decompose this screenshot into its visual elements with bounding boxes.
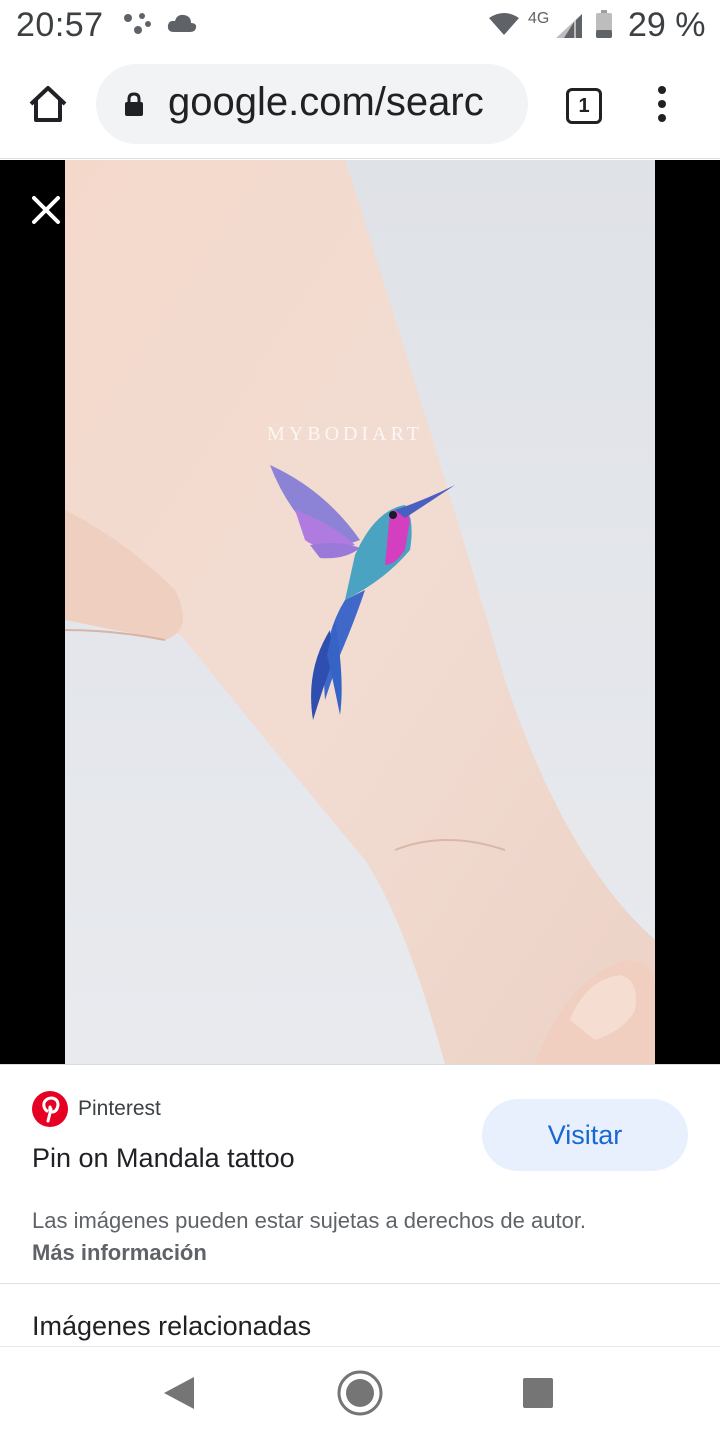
circle-home-icon[interactable] <box>336 1369 384 1417</box>
wifi-icon <box>489 13 519 35</box>
status-time: 20:57 <box>16 6 104 44</box>
battery-icon <box>596 10 612 38</box>
url-text: google.com/searc <box>168 80 484 124</box>
system-nav-bar <box>0 1346 720 1441</box>
status-bar: 20:57 4G 29 % <box>0 0 720 52</box>
watermark-text: MYBODIART <box>267 423 423 445</box>
back-icon[interactable] <box>162 1375 196 1411</box>
close-icon[interactable] <box>24 188 68 232</box>
image-viewer: MYBODIART <box>0 160 720 1064</box>
battery-percent: 29 % <box>628 6 706 44</box>
cloud-icon <box>167 14 197 32</box>
network-type: 4G <box>528 10 550 27</box>
source-name[interactable]: Pinterest <box>78 1097 161 1121</box>
url-bar[interactable]: google.com/searc <box>96 64 528 144</box>
pinterest-logo <box>32 1091 68 1127</box>
home-icon[interactable] <box>26 82 70 126</box>
copyright-notice: Las imágenes pueden estar sujetas a dere… <box>32 1205 632 1269</box>
browser-toolbar: google.com/searc 1 <box>0 52 720 159</box>
result-title[interactable]: Pin on Mandala tattoo <box>32 1143 295 1174</box>
assistant-dots-icon <box>124 13 151 34</box>
visit-button[interactable]: Visitar <box>482 1099 688 1171</box>
copyright-text: Las imágenes pueden estar sujetas a dere… <box>32 1208 587 1233</box>
more-info-link[interactable]: Más información <box>32 1240 207 1265</box>
signal-icon <box>556 14 582 38</box>
recents-icon[interactable] <box>522 1377 554 1409</box>
lock-icon <box>125 92 143 116</box>
tab-switcher-button[interactable]: 1 <box>566 88 602 124</box>
more-vert-icon[interactable] <box>652 84 672 124</box>
related-images-heading: Imágenes relacionadas <box>32 1311 312 1341</box>
result-info-panel: Pinterest Pin on Mandala tattoo Visitar … <box>0 1064 720 1347</box>
tattoo-photo[interactable]: MYBODIART <box>65 160 655 1064</box>
divider <box>0 1283 720 1284</box>
